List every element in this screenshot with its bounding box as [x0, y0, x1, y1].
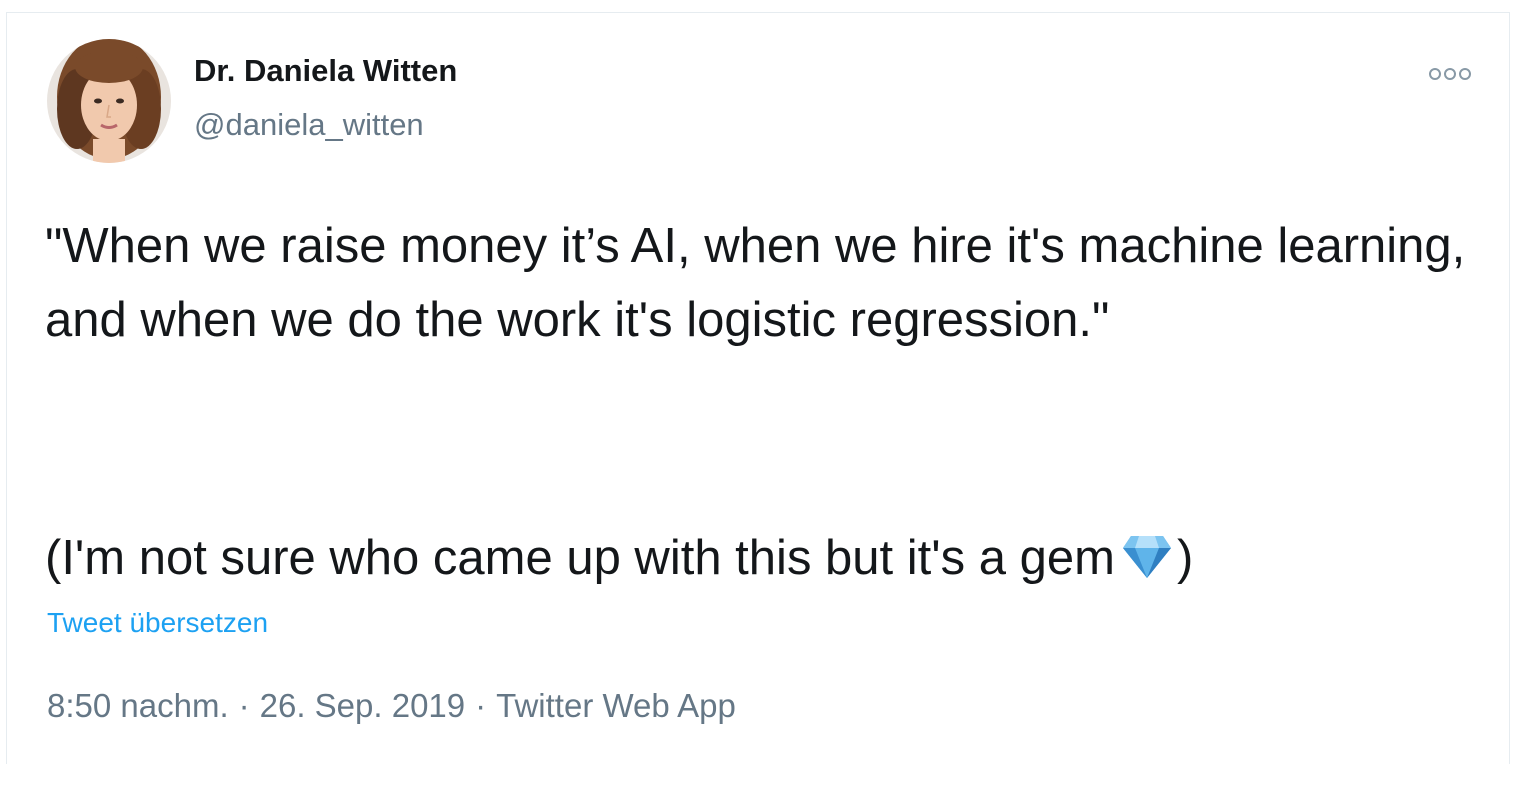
tweet-client[interactable]: Twitter Web App: [496, 687, 736, 724]
tweet-card: Dr. Daniela Witten @daniela_witten "When…: [6, 12, 1510, 764]
author-handle[interactable]: @daniela_witten: [194, 107, 424, 143]
tweet-meta: 8:50 nachm. · 26. Sep. 2019 · Twitter Web Ap…: [47, 687, 736, 725]
translate-tweet-link[interactable]: Tweet übersetzen: [47, 607, 268, 639]
tweet-text-closing: ): [1176, 531, 1194, 585]
avatar-image: [47, 39, 171, 163]
tweet-time[interactable]: 8:50 nachm.: [47, 687, 229, 724]
meta-separator: ·: [475, 687, 487, 724]
avatar[interactable]: [47, 39, 171, 163]
meta-separator: ·: [238, 687, 250, 724]
tweet-date[interactable]: 26. Sep. 2019: [260, 687, 466, 724]
tweet-text-second-paragraph: (I'm not sure who came up with this but …: [45, 521, 1485, 595]
tweet-text-second-part: (I'm not sure who came up with this but …: [45, 531, 1115, 585]
gem-stone-icon: [1121, 527, 1173, 578]
tweet-text: "When we raise money it’s AI, when we hi…: [45, 219, 1479, 347]
author-name[interactable]: Dr. Daniela Witten: [194, 53, 457, 89]
more-options-icon[interactable]: [1427, 65, 1473, 83]
